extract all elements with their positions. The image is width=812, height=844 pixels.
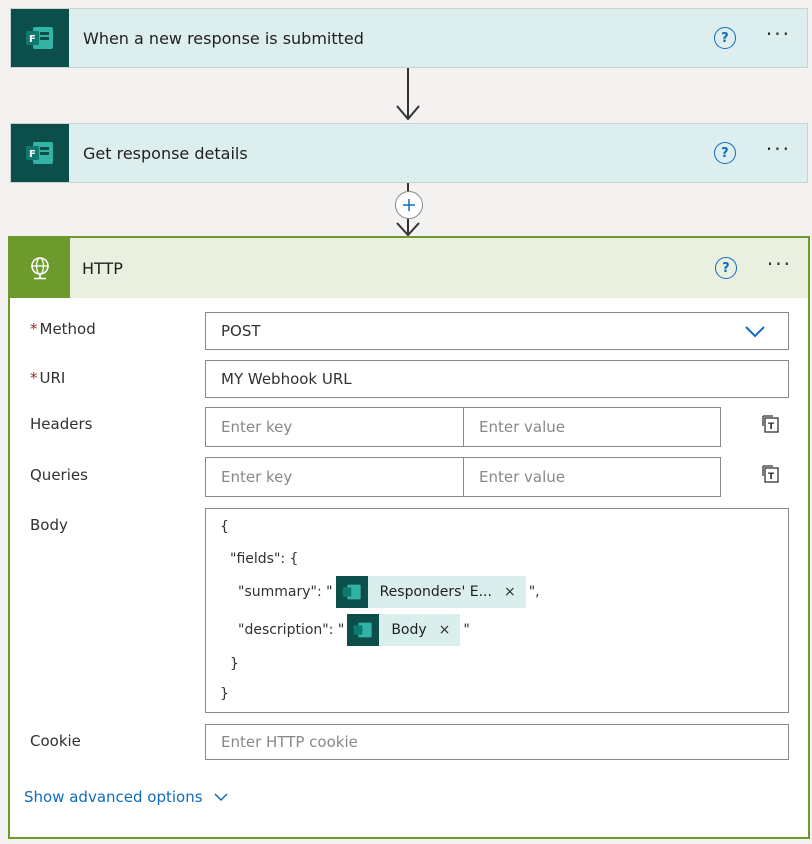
body-description-line: "description": " Body × " [238,614,470,646]
method-value: POST [221,322,261,340]
help-icon[interactable]: ? [714,257,737,279]
summary-token[interactable]: Responders' E... × [335,576,526,608]
required-mark: * [30,320,38,338]
http-header[interactable]: HTTP ? ··· [10,238,808,298]
description-token[interactable]: Body × [347,614,461,646]
help-icon[interactable]: ? [713,142,736,164]
body-editor[interactable]: { "fields": { "summary": " Responders' E… [205,508,789,713]
forms-icon [342,584,361,600]
get-response-card[interactable]: F Get response details ? ··· [10,123,808,183]
queries-value-input[interactable]: Enter value [463,457,721,497]
headers-label: Headers [30,415,93,433]
close-icon[interactable]: × [504,584,526,600]
description-token-text: Body [391,622,427,638]
http-action-card: HTTP ? ··· * Method POST * URI MY Webhook … [8,236,810,839]
text-mode-icon[interactable]: T [760,463,782,485]
show-advanced-options-link[interactable]: Show advanced options [24,788,229,806]
forms-icon [353,622,372,638]
forms-icon: F [26,27,53,49]
svg-text:T: T [768,422,775,432]
svg-text:F: F [29,34,36,45]
headers-value-input[interactable]: Enter value [463,407,721,447]
queries-key-input[interactable]: Enter key [205,457,464,497]
svg-text:F: F [29,149,36,160]
close-icon[interactable]: × [439,622,461,638]
body-summary-line: "summary": " Responders' E... × ", [238,576,540,608]
trigger-title: When a new response is submitted [83,28,364,48]
forms-app-tile: F [11,9,69,67]
body-open-brace: { [220,519,229,535]
required-mark: * [30,369,38,387]
more-icon[interactable]: ··· [767,254,792,277]
globe-icon [31,257,49,280]
http-app-tile [10,238,70,298]
uri-value: MY Webhook URL [221,370,352,388]
forms-icon: F [26,142,53,164]
body-outer-close: } [220,686,229,702]
cookie-label: Cookie [30,732,81,750]
plus-icon [403,199,415,211]
method-label: * Method [30,320,96,338]
forms-app-tile: F [11,124,69,182]
trigger-card[interactable]: F When a new response is submitted ? ··· [10,8,808,68]
summary-token-text: Responders' E... [379,584,492,600]
uri-label: * URI [30,369,66,387]
chevron-down-icon [745,326,765,338]
cookie-input[interactable]: Enter HTTP cookie [205,724,789,760]
body-inner-close: } [230,656,239,672]
headers-key-input[interactable]: Enter key [205,407,464,447]
more-icon[interactable]: ··· [766,24,791,47]
method-select[interactable]: POST [205,312,789,350]
chevron-down-icon [214,793,228,802]
add-step-button[interactable] [395,191,423,219]
queries-label: Queries [30,466,88,484]
more-icon[interactable]: ··· [766,139,791,162]
uri-input[interactable]: MY Webhook URL [205,360,789,398]
get-response-title: Get response details [83,143,248,163]
help-icon[interactable]: ? [713,27,736,49]
svg-text:T: T [768,472,775,482]
body-fields-line: "fields": { [230,551,299,567]
connector-arrow [396,68,420,121]
text-mode-icon[interactable]: T [760,413,782,435]
http-title: HTTP [82,258,123,278]
body-label: Body [30,516,68,534]
